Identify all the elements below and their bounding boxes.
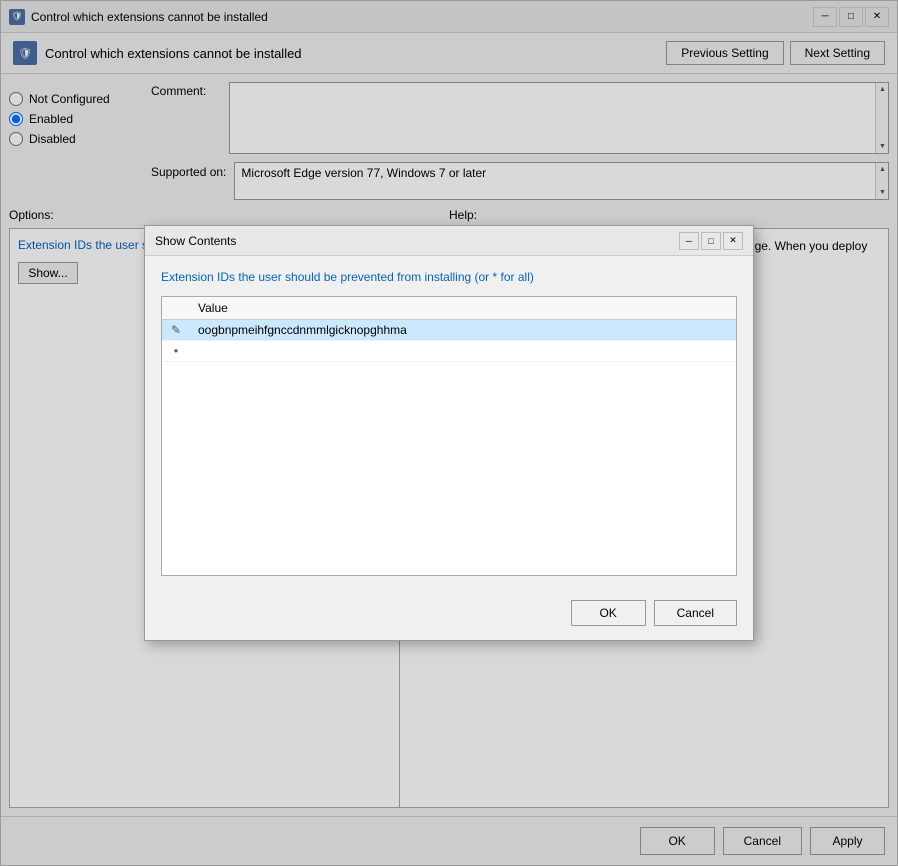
modal-cancel-button[interactable]: Cancel (654, 600, 737, 626)
modal-close-button[interactable]: ✕ (723, 232, 743, 250)
modal-overlay: Show Contents ─ □ ✕ Extension IDs the us… (1, 1, 897, 865)
col-icon-header (162, 297, 190, 320)
row-value-input[interactable] (196, 343, 730, 359)
col-value-header: Value (190, 297, 736, 320)
modal-table-wrapper: Value ✎• (161, 296, 737, 576)
modal-description: Extension IDs the user should be prevent… (161, 270, 737, 284)
table-row: • (162, 341, 736, 362)
row-value-cell[interactable] (190, 320, 736, 341)
row-value-cell[interactable] (190, 341, 736, 362)
modal-restore-button[interactable]: □ (701, 232, 721, 250)
table-row: ✎ (162, 320, 736, 341)
modal-body: Extension IDs the user should be prevent… (145, 256, 753, 590)
modal-title: Show Contents (155, 234, 236, 248)
modal-footer: OK Cancel (145, 590, 753, 640)
modal-controls: ─ □ ✕ (679, 232, 743, 250)
modal-title-bar: Show Contents ─ □ ✕ (145, 226, 753, 256)
modal-ok-button[interactable]: OK (571, 600, 646, 626)
row-icon: • (162, 341, 190, 362)
modal-table: Value ✎• (162, 297, 736, 362)
row-value-input[interactable] (196, 322, 730, 338)
modal-window: Show Contents ─ □ ✕ Extension IDs the us… (144, 225, 754, 641)
main-window: 🛡 Control which extensions cannot be ins… (0, 0, 898, 866)
modal-minimize-button[interactable]: ─ (679, 232, 699, 250)
table-header-row: Value (162, 297, 736, 320)
row-icon: ✎ (162, 320, 190, 341)
modal-table-body: ✎• (162, 320, 736, 362)
